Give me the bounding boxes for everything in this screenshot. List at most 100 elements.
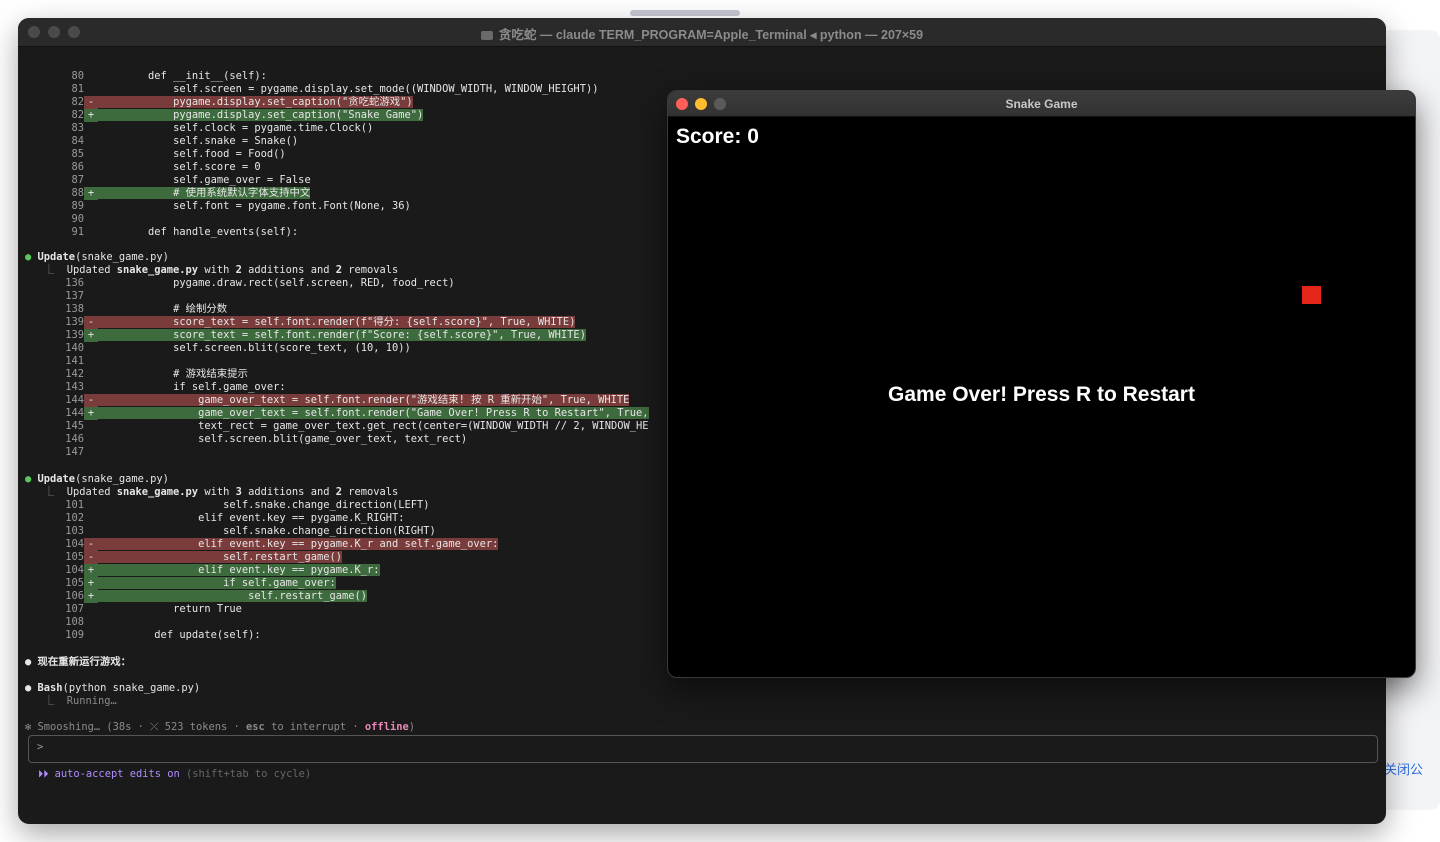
code-text: elif event.key == pygame.K_RIGHT: <box>98 512 405 524</box>
snake-game-window[interactable]: Snake Game Score: 0 Game Over! Press R t… <box>667 90 1416 678</box>
diff-sign: - <box>84 551 98 564</box>
line-number: 143 <box>65 381 84 393</box>
diff-line: 109 def update(self): <box>18 629 260 642</box>
diff-sign: + <box>84 577 98 590</box>
diff-line: 146 self.screen.blit(game_over_text, tex… <box>18 433 467 446</box>
line-number: 82 <box>71 109 84 121</box>
diff-sign <box>84 342 98 355</box>
code-text: def handle_events(self): <box>98 226 299 238</box>
diff-line: 144- game_over_text = self.font.render("… <box>18 394 630 407</box>
diff-sign <box>84 148 98 161</box>
status-end: ) <box>408 721 415 733</box>
code-text: self.snake.change_direction(RIGHT) <box>98 525 436 537</box>
diff-sign <box>84 499 98 512</box>
snake-window-title: Snake Game <box>1005 97 1078 111</box>
diff-sign <box>84 83 98 96</box>
diff-sign: + <box>84 564 98 577</box>
prompt-symbol: > <box>37 741 44 753</box>
diff-sign: + <box>84 187 98 200</box>
diff-line: 86 self.score = 0 <box>18 161 261 174</box>
diff-line: 81 self.screen = pygame.display.set_mode… <box>18 83 598 96</box>
diff-sign <box>84 174 98 187</box>
summary-with: with <box>198 264 236 276</box>
line-number: 109 <box>65 629 84 641</box>
diff-line: 141 <box>18 355 98 368</box>
diff-sign: + <box>84 590 98 603</box>
line-number: 103 <box>65 525 84 537</box>
line-number: 144 <box>65 407 84 419</box>
diff-sign <box>84 290 98 303</box>
diff-line: 80 def __init__(self): <box>18 70 266 83</box>
diff-sign: - <box>84 316 98 329</box>
snake-titlebar[interactable]: Snake Game <box>668 91 1415 117</box>
code-text: text_rect = game_over_text.get_rect(cent… <box>98 420 649 432</box>
diff-sign: - <box>84 538 98 551</box>
line-number: 87 <box>71 174 84 186</box>
update-summary-1: ⎿ Updated snake_game.py with 2 additions… <box>43 264 399 276</box>
code-text: self.score = 0 <box>98 161 261 173</box>
code-text: elif event.key == pygame.K_r: <box>98 564 380 576</box>
prompt-input[interactable]: > <box>28 735 1378 763</box>
diff-line: 82- pygame.display.set_caption("贪吃蛇游戏") <box>18 96 413 109</box>
status-dot: ● <box>25 251 32 263</box>
code-text: self.font = pygame.font.Font(None, 36) <box>98 200 411 212</box>
diff-line: 88 + # 使用系统默认字体支持中文 <box>18 187 311 200</box>
line-number: 105 <box>65 577 84 589</box>
line-number: 90 <box>71 213 84 225</box>
diff-sign <box>84 433 98 446</box>
code-text: # 使用系统默认字体支持中文 <box>98 187 311 199</box>
code-text: if self.game_over: <box>98 577 336 589</box>
terminal-titlebar[interactable]: 贪吃蛇 — claude TERM_PROGRAM=Apple_Terminal… <box>18 18 1386 47</box>
diff-line: 105- self.restart_game() <box>18 551 342 564</box>
diff-sign <box>84 161 98 174</box>
code-text: self.restart_game() <box>98 551 342 563</box>
line-number: 91 <box>71 226 84 238</box>
line-number: 83 <box>71 122 84 134</box>
food-square <box>1302 286 1321 304</box>
summary-adds-word: additions and <box>241 486 336 498</box>
diff-line: 144 + game_over_text = self.font.render("… <box>18 407 649 420</box>
diff-line: 90 <box>18 213 98 226</box>
diff-sign: - <box>84 394 98 407</box>
spinner-icon: ✻ <box>25 721 32 733</box>
background-link[interactable]: 关闭公 <box>1384 759 1423 778</box>
line-number: 146 <box>65 433 84 445</box>
diff-line: 104- elif event.key == pygame.K_r and se… <box>18 538 499 551</box>
status-esc: esc <box>246 721 265 733</box>
line-number: 86 <box>71 161 84 173</box>
summary-prefix: Updated <box>66 486 117 498</box>
status-mid: to interrupt · <box>264 721 365 733</box>
auto-accept-status: ⏵⏵ auto-accept edits on (shift+tab to cy… <box>38 768 311 781</box>
code-text: pygame.display.set_caption("贪吃蛇游戏") <box>98 96 413 108</box>
diff-line: 147 <box>18 446 98 459</box>
line-number: 139 <box>65 329 84 341</box>
diff-line: 101 self.snake.change_direction(LEFT) <box>18 499 429 512</box>
code-text: if self.game_over: <box>98 381 286 393</box>
diff-line: 84 self.snake = Snake() <box>18 135 298 148</box>
summary-adds-word: additions and <box>241 264 336 276</box>
line-number: 105 <box>65 551 84 563</box>
line-number: 141 <box>65 355 84 367</box>
line-number: 147 <box>65 446 84 458</box>
diff-sign <box>84 512 98 525</box>
auto-accept-hint: (shift+tab to cycle) <box>179 768 312 780</box>
update-file: (snake_game.py) <box>75 473 169 485</box>
terminal-title-text: 贪吃蛇 — claude TERM_PROGRAM=Apple_Terminal… <box>498 28 924 42</box>
summary-file: snake_game.py <box>116 264 199 276</box>
diff-sign <box>84 303 98 316</box>
running-text: Running… <box>66 695 117 707</box>
line-number: 104 <box>65 564 84 576</box>
line-number: 104 <box>65 538 84 550</box>
line-number: 80 <box>71 70 84 82</box>
diff-sign <box>84 420 98 433</box>
diff-line: 139 + score_text = self.font.render(f"Sco… <box>18 329 586 342</box>
diff-line: 145 text_rect = game_over_text.get_rect(… <box>18 420 649 433</box>
background-tab-peek <box>630 10 740 16</box>
status-tokens: ⤫ 523 tokens · <box>150 721 247 733</box>
line-number: 84 <box>71 135 84 147</box>
line-number: 85 <box>71 148 84 160</box>
update-line-2: ● Update(snake_game.py) <box>25 473 169 486</box>
diff-sign <box>84 70 98 83</box>
code-text: self.screen.blit(game_over_text, text_re… <box>98 433 468 445</box>
diff-line: 103 self.snake.change_direction(RIGHT) <box>18 525 436 538</box>
